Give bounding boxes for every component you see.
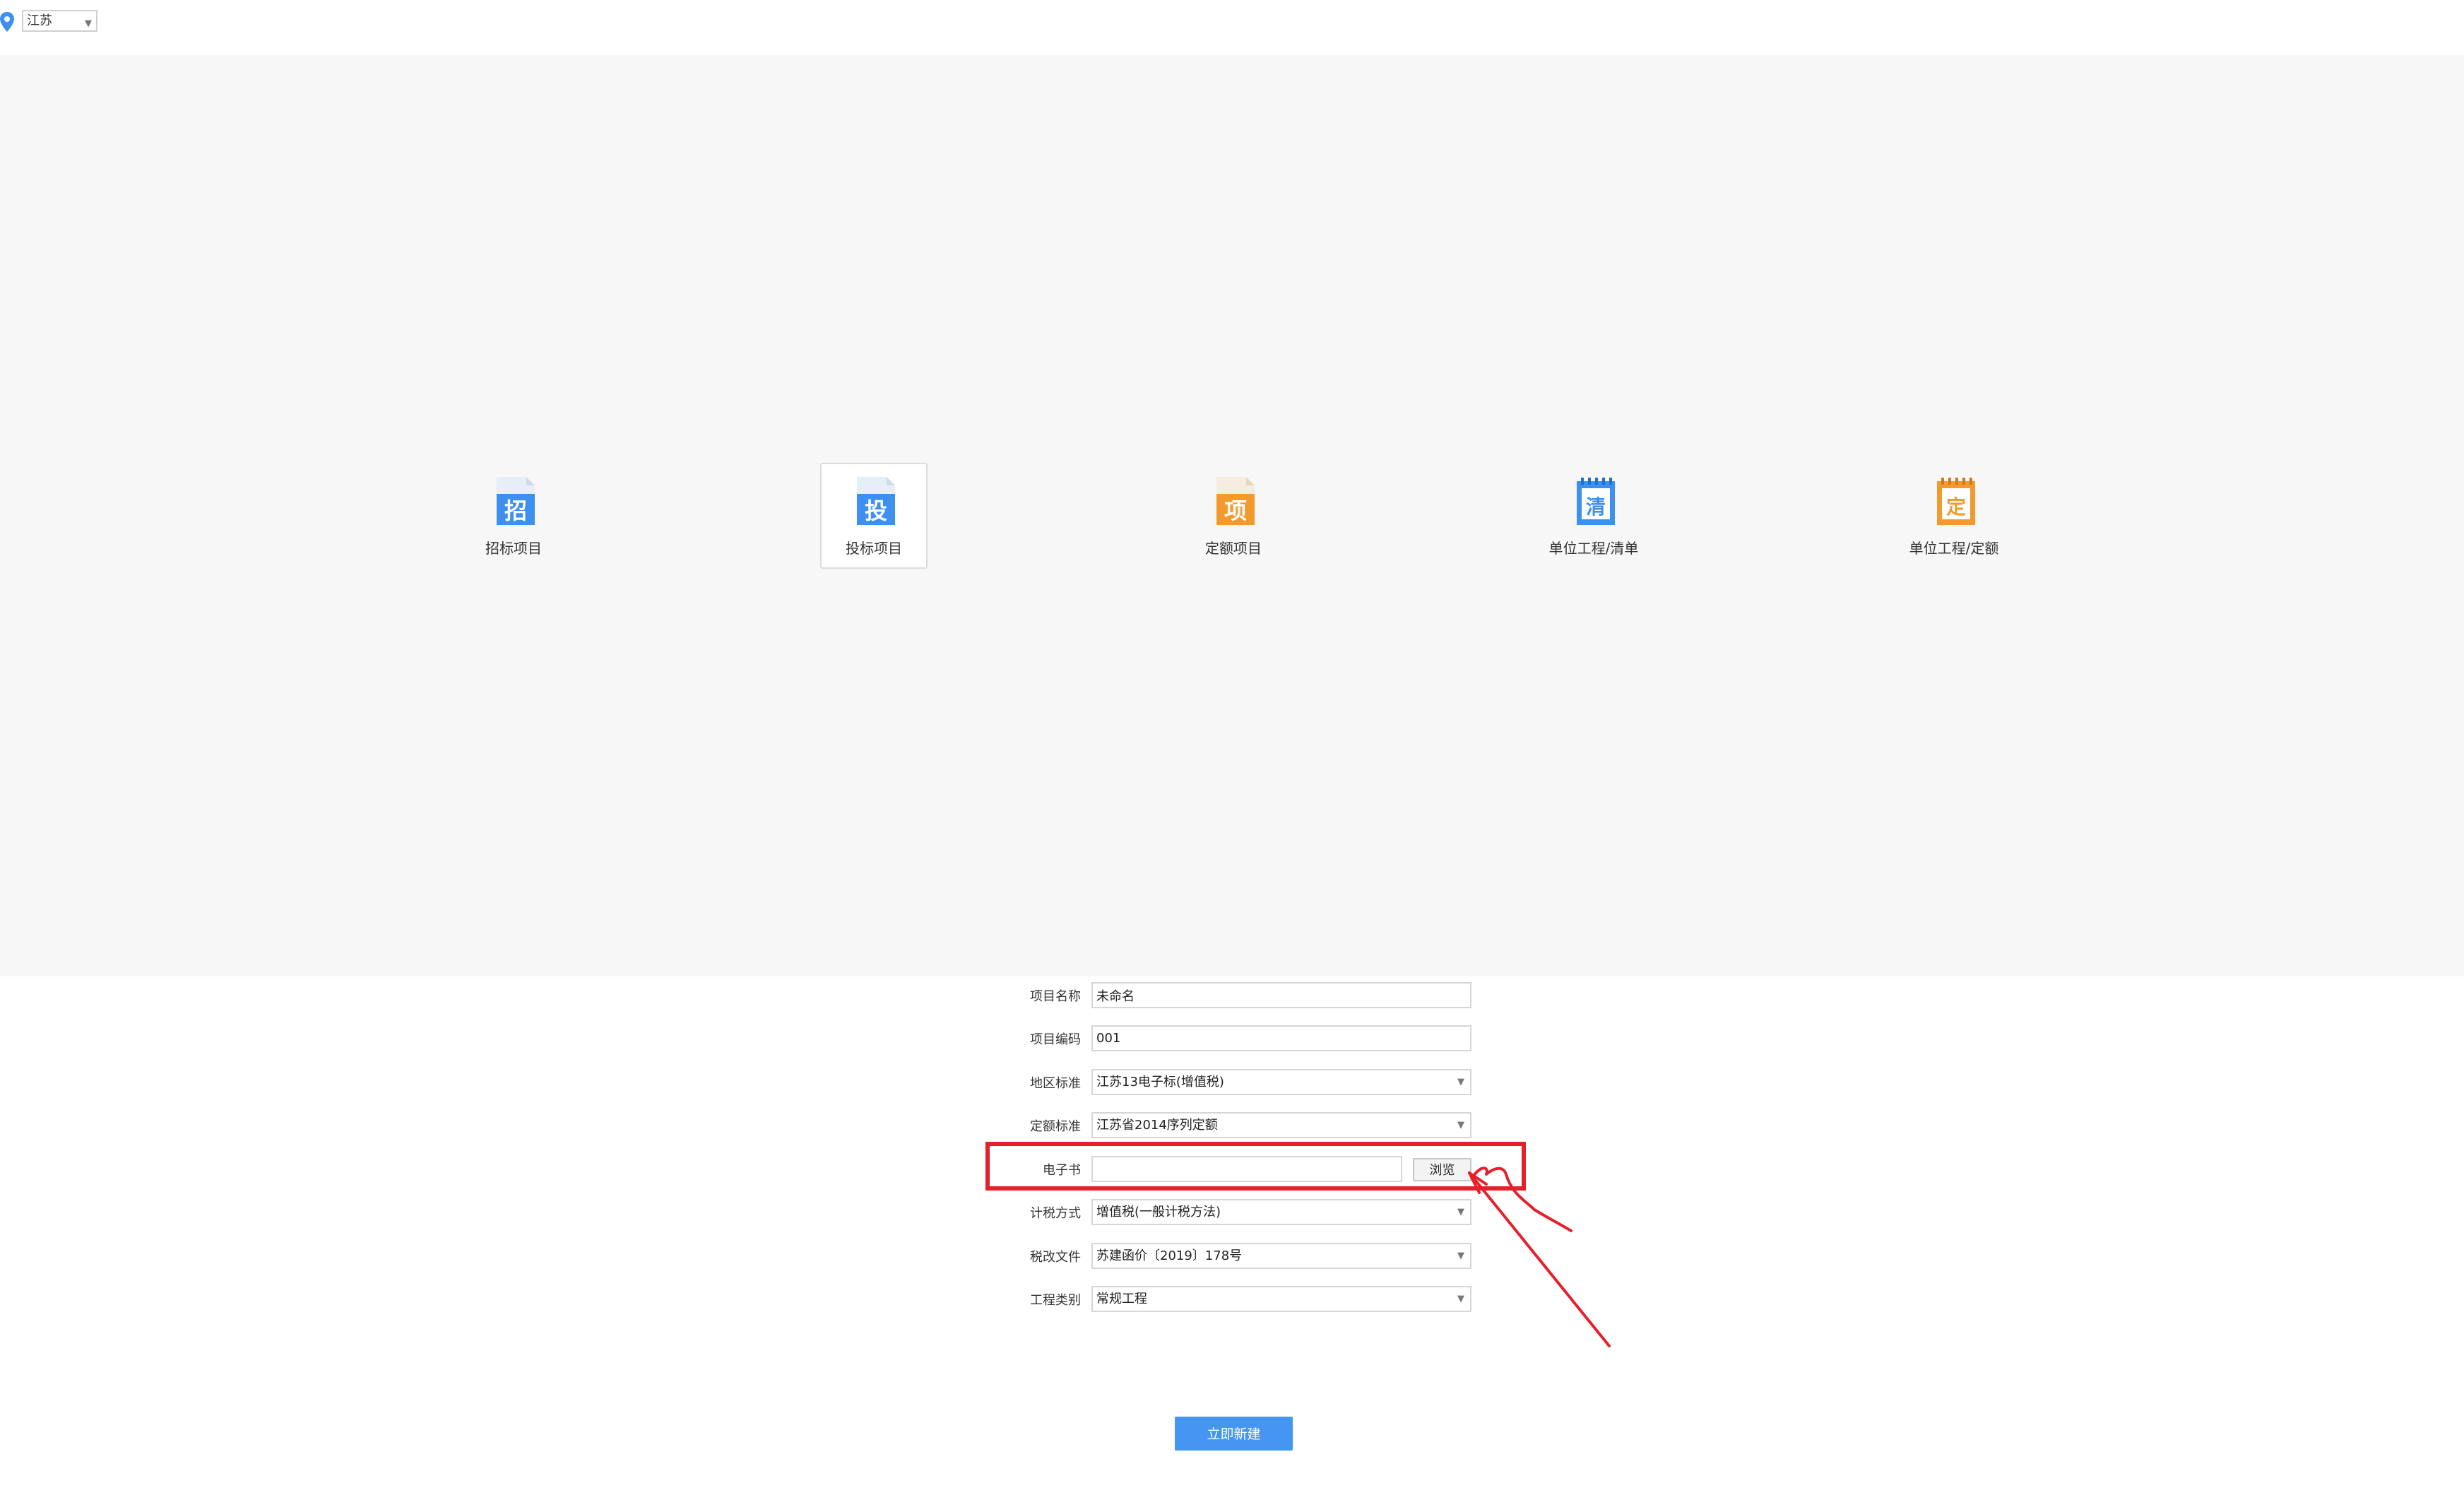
quota-standard-select[interactable]: 江苏省2014序列定额 ▼ xyxy=(1091,1112,1471,1138)
tile-label: 招标项目 xyxy=(485,540,542,557)
region-standard-select[interactable]: 江苏13电子标(增值税) ▼ xyxy=(1091,1069,1471,1095)
tax-reform-file-value: 苏建函价〔2019〕178号 xyxy=(1096,1248,1243,1263)
form-row-tax-method: 计税方式 增值税(一般计税方法) ▼ xyxy=(989,1199,1483,1227)
chevron-down-icon: ▼ xyxy=(85,18,92,29)
tile-glyph: 清 xyxy=(1586,495,1606,519)
form-row-project-category: 工程类别 常规工程 ▼ xyxy=(989,1286,1483,1314)
tile-glyph: 招 xyxy=(504,497,527,524)
xiang-doc-icon: 项 xyxy=(1211,476,1260,526)
tile-unit-project-list[interactable]: 清 单位工程/清单 xyxy=(1540,463,1647,569)
tax-reform-file-label: 税改文件 xyxy=(1030,1250,1081,1265)
tile-bid-project[interactable]: 投 投标项目 xyxy=(820,463,928,569)
project-category-label: 工程类别 xyxy=(1030,1293,1081,1308)
form-row-region-standard: 地区标准 江苏13电子标(增值税) ▼ xyxy=(989,1069,1483,1097)
form-row-project-name: 项目名称 xyxy=(989,982,1483,1010)
tax-method-select[interactable]: 增值税(一般计税方法) ▼ xyxy=(1091,1199,1471,1225)
tile-glyph: 项 xyxy=(1224,497,1247,524)
chevron-down-icon: ▼ xyxy=(1457,1294,1464,1304)
project-category-value: 常规工程 xyxy=(1096,1292,1147,1306)
project-code-input[interactable] xyxy=(1091,1025,1471,1051)
quota-standard-label: 定额标准 xyxy=(1030,1119,1081,1134)
project-category-select[interactable]: 常规工程 ▼ xyxy=(1091,1286,1471,1312)
project-code-label: 项目编码 xyxy=(1030,1032,1081,1047)
create-now-button[interactable]: 立即新建 xyxy=(1175,1417,1293,1451)
tile-glyph: 定 xyxy=(1946,495,1966,519)
project-name-input[interactable] xyxy=(1091,982,1471,1008)
qing-notepad-icon: 清 xyxy=(1571,476,1621,526)
annotation-highlight-box xyxy=(985,1142,1526,1191)
chevron-down-icon: ▼ xyxy=(1457,1251,1464,1261)
tile-label: 单位工程/清单 xyxy=(1548,540,1639,557)
tax-method-label: 计税方式 xyxy=(1030,1206,1081,1221)
tile-tender-project[interactable]: 招 招标项目 xyxy=(460,463,567,569)
form-row-project-code: 项目编码 xyxy=(989,1025,1483,1053)
ding-notepad-icon: 定 xyxy=(1931,476,1981,526)
zhao-doc-icon: 招 xyxy=(491,476,540,526)
tile-unit-project-quota[interactable]: 定 单位工程/定额 xyxy=(1900,463,2008,569)
form-row-quota-standard: 定额标准 江苏省2014序列定额 ▼ xyxy=(989,1112,1483,1140)
tax-reform-file-select[interactable]: 苏建函价〔2019〕178号 ▼ xyxy=(1091,1243,1471,1269)
tax-method-value: 增值税(一般计税方法) xyxy=(1096,1205,1221,1220)
region-standard-value: 江苏13电子标(增值税) xyxy=(1096,1075,1224,1090)
tile-glyph: 投 xyxy=(865,497,887,524)
region-select[interactable]: 江苏 ▼ xyxy=(22,10,97,32)
tou-doc-icon: 投 xyxy=(851,476,901,526)
top-bar: 江苏 ▼ xyxy=(0,0,2464,55)
tile-quota-project[interactable]: 项 定额项目 xyxy=(1180,463,1287,569)
region-standard-label: 地区标准 xyxy=(1030,1076,1081,1091)
tile-label: 投标项目 xyxy=(846,540,902,557)
quota-standard-value: 江苏省2014序列定额 xyxy=(1096,1118,1218,1133)
chevron-down-icon: ▼ xyxy=(1457,1207,1464,1217)
tile-label: 单位工程/定额 xyxy=(1909,540,1999,557)
chevron-down-icon: ▼ xyxy=(1457,1120,1464,1130)
project-name-label: 项目名称 xyxy=(1030,989,1081,1004)
form-row-tax-reform-file: 税改文件 苏建函价〔2019〕178号 ▼ xyxy=(989,1243,1483,1271)
location-pin-icon xyxy=(0,11,14,33)
chevron-down-icon: ▼ xyxy=(1457,1077,1464,1087)
tile-label: 定额项目 xyxy=(1205,540,1262,557)
project-type-panel: 招 招标项目 投 投标项目 项 定额项目 清 单位工程/清单 定 单位工程/定额 xyxy=(0,55,2464,976)
region-select-value: 江苏 xyxy=(27,13,52,28)
